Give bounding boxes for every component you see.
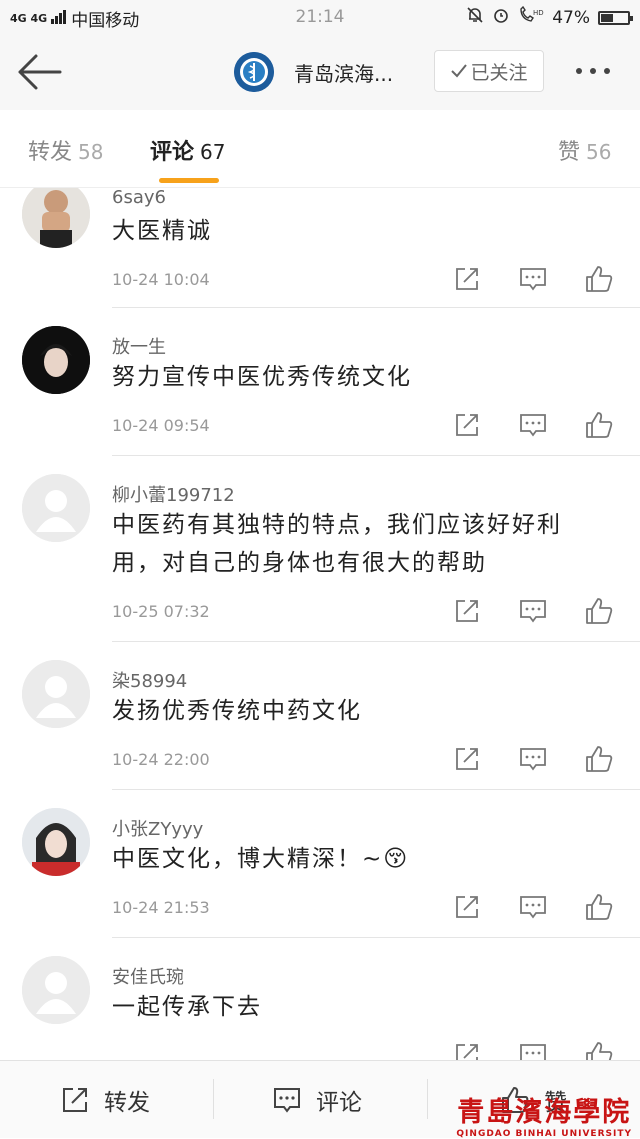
active-tab-indicator: [159, 178, 219, 183]
comment-time: 10-24 22:00: [112, 750, 210, 769]
user-photo: [22, 188, 90, 248]
comment-text: 一起传承下去: [112, 994, 262, 1020]
comment-icon: [274, 1088, 300, 1113]
hd-call-icon: HD: [518, 5, 544, 29]
comment-time: 10-24 10:04: [112, 270, 210, 289]
reply-icon[interactable]: [518, 744, 548, 774]
like-icon[interactable]: [584, 1040, 614, 1060]
comment-time: 10-24 09:54: [112, 416, 210, 435]
reply-icon[interactable]: [518, 1040, 548, 1060]
comment-text: 努力宣传中医优秀传统文化: [112, 364, 412, 390]
comment-text: 大医精诚: [112, 218, 212, 244]
svg-text:HD: HD: [533, 9, 544, 17]
comment-label: 评论: [316, 1090, 362, 1116]
medical-logo-icon: [234, 52, 274, 92]
repost-label: 转发: [104, 1090, 150, 1116]
comment-actions: [450, 410, 620, 442]
comment-item: 小张ZYyyy 中医文化，博大精深！~😚 10-24 21:53: [0, 790, 640, 938]
user-photo: [22, 326, 90, 394]
comment-actions: [450, 264, 620, 296]
repost-icon[interactable]: [452, 264, 482, 294]
tab-label: 赞: [558, 140, 581, 165]
comment-actions: [450, 596, 620, 628]
reply-icon[interactable]: [518, 596, 548, 626]
comment-item: 放一生 努力宣传中医优秀传统文化 10-24 09:54: [0, 308, 640, 456]
divider: [427, 1079, 428, 1119]
tab-repost[interactable]: 转发 58: [28, 134, 103, 166]
comment-actions: [450, 1040, 620, 1060]
repost-icon[interactable]: [452, 410, 482, 440]
like-icon[interactable]: [584, 264, 614, 294]
comment-time: 10-25 07:32: [112, 602, 210, 621]
alarm-clock-icon: [492, 6, 510, 29]
watermark-name: 青島濱海學院: [457, 1097, 632, 1128]
tab-count: 58: [78, 140, 104, 164]
more-dot: [576, 68, 582, 74]
battery-fill: [601, 13, 613, 22]
avatar[interactable]: [22, 188, 90, 248]
repost-button[interactable]: 转发: [60, 1061, 150, 1139]
default-avatar-icon: [22, 956, 90, 1024]
battery-icon: [598, 10, 633, 25]
tab-count: 56: [586, 140, 612, 164]
status-bar: 4G 4G 中国移动 21:14 HD 47%: [0, 0, 640, 34]
comment-item: 6say6 大医精诚 10-24 10:04: [0, 188, 640, 308]
checkmark-icon: [451, 64, 468, 78]
tab-bar: 转发 58 评论 67 赞 56: [0, 110, 640, 188]
user-photo: [22, 808, 90, 876]
avatar[interactable]: [22, 326, 90, 394]
repost-icon[interactable]: [452, 744, 482, 774]
comment-text: 中医文化，博大精深！~😚: [112, 846, 410, 872]
comment-time: 10-24 21:53: [112, 898, 210, 917]
tab-label: 评论: [150, 140, 195, 165]
like-icon[interactable]: [584, 744, 614, 774]
account-avatar[interactable]: [234, 52, 274, 92]
tab-comments[interactable]: 评论 67: [150, 134, 225, 166]
reply-icon[interactable]: [518, 410, 548, 440]
battery-percent: 47%: [552, 7, 590, 28]
account-name[interactable]: 青岛滨海...: [294, 58, 393, 87]
following-label: 已关注: [470, 61, 528, 84]
back-arrow-icon: [18, 54, 62, 90]
comment-item: 染58994 发扬优秀传统中药文化 10-24 22:00: [0, 642, 640, 790]
avatar[interactable]: [22, 660, 90, 728]
more-dot: [590, 68, 596, 74]
comment-actions: [450, 892, 620, 924]
tab-label: 转发: [28, 140, 73, 165]
default-avatar-icon: [22, 660, 90, 728]
comment-text: 发扬优秀传统中药文化: [112, 698, 362, 724]
following-button[interactable]: 已关注: [434, 50, 544, 92]
comment-list[interactable]: 6say6 大医精诚 10-24 10:04 放一生 努力宣传中医优秀传统文化 …: [0, 188, 640, 1060]
repost-icon[interactable]: [452, 596, 482, 626]
avatar[interactable]: [22, 808, 90, 876]
more-dot: [604, 68, 610, 74]
comment-username[interactable]: 6say6: [112, 188, 166, 208]
university-watermark: 青島濱海學院 QINGDAO BINHAI UNIVERSITY: [456, 1090, 632, 1139]
tab-likes[interactable]: 赞 56: [558, 134, 611, 166]
avatar[interactable]: [22, 956, 90, 1024]
repost-icon: [63, 1088, 87, 1112]
nav-bar: 青岛滨海... 已关注: [0, 34, 640, 110]
reply-icon[interactable]: [518, 264, 548, 294]
repost-icon[interactable]: [452, 1040, 482, 1060]
comment-text: 用，对自己的身体也有很大的帮助: [112, 550, 487, 576]
mute-bell-icon: [466, 6, 484, 29]
comment-actions: [450, 744, 620, 776]
default-avatar-icon: [22, 474, 90, 542]
comment-button[interactable]: 评论: [272, 1061, 362, 1139]
avatar[interactable]: [22, 474, 90, 542]
reply-icon[interactable]: [518, 892, 548, 922]
more-options-button[interactable]: [576, 58, 628, 84]
like-icon[interactable]: [584, 410, 614, 440]
comment-item: 安佳氏琬 一起传承下去: [0, 938, 640, 1060]
like-icon[interactable]: [584, 596, 614, 626]
comment-item: 柳小蕾199712 中医药有其独特的特点，我们应该好好利 用，对自己的身体也有很…: [0, 456, 640, 642]
divider: [213, 1079, 214, 1119]
back-button[interactable]: [16, 52, 62, 92]
tab-count: 67: [200, 140, 226, 164]
like-icon[interactable]: [584, 892, 614, 922]
repost-icon[interactable]: [452, 892, 482, 922]
